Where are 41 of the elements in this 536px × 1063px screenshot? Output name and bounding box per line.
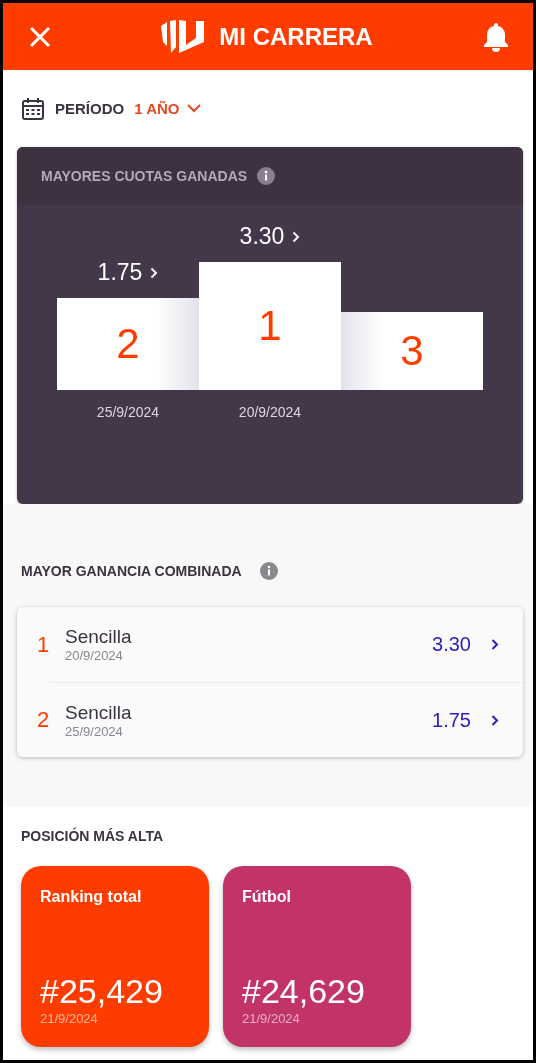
section-title: MAYORES CUOTAS GANADAS: [41, 168, 248, 184]
info-icon[interactable]: [257, 167, 276, 185]
ranking-position: #25,429: [40, 972, 164, 1011]
logo-icon: [161, 19, 206, 54]
bet-type: Sencilla: [65, 701, 133, 724]
calendar-icon: [21, 96, 45, 121]
notifications-button[interactable]: [483, 21, 509, 52]
odds-link[interactable]: 1.75: [97, 259, 159, 286]
period-dropdown[interactable]: 1 AÑO: [134, 100, 202, 117]
date-label: 20/9/2024: [238, 404, 302, 420]
rank-number: 2: [37, 707, 51, 733]
close-button[interactable]: [29, 25, 51, 48]
bet-date: 20/9/2024: [65, 648, 124, 663]
close-icon: [29, 25, 51, 48]
odds-value: 3.30: [432, 633, 471, 656]
ranking-label: Ranking total: [40, 888, 143, 906]
rank-number: 2: [116, 320, 140, 368]
bet-date: 25/9/2024: [65, 723, 124, 739]
ranking-card[interactable]: Fútbol #24,629 21/9/2024: [223, 866, 411, 1047]
odds-value: 1.75: [432, 708, 471, 732]
ranking-label: Fútbol: [242, 888, 292, 906]
chevron-right-icon: [491, 713, 499, 727]
rank-number: 1: [37, 631, 51, 658]
rank-number: 1: [258, 302, 282, 350]
bet-type: Sencilla: [65, 626, 133, 648]
section-title: POSICIÓN MÁS ALTA: [21, 828, 165, 844]
chevron-right-icon: [491, 638, 499, 651]
date-label: 25/9/2024: [96, 404, 160, 420]
period-label: PERÍODO: [55, 100, 125, 117]
ranking-date: 21/9/2024: [242, 1011, 301, 1026]
odds-link[interactable]: 3.30: [239, 223, 301, 250]
chevron-right-icon: [292, 230, 301, 243]
ranking-card[interactable]: Ranking total #25,429 21/9/2024: [21, 866, 209, 1047]
section-title: MAYOR GANANCIA COMBINADA: [21, 563, 242, 579]
chevron-down-icon: [187, 104, 202, 113]
rank-number: 3: [400, 327, 424, 375]
ranking-position: #24,629: [242, 972, 366, 1011]
chevron-right-icon: [150, 266, 159, 279]
ranking-date: 21/9/2024: [40, 1011, 99, 1026]
bell-icon: [483, 21, 509, 52]
page-title: MI CARRERA: [219, 22, 373, 51]
